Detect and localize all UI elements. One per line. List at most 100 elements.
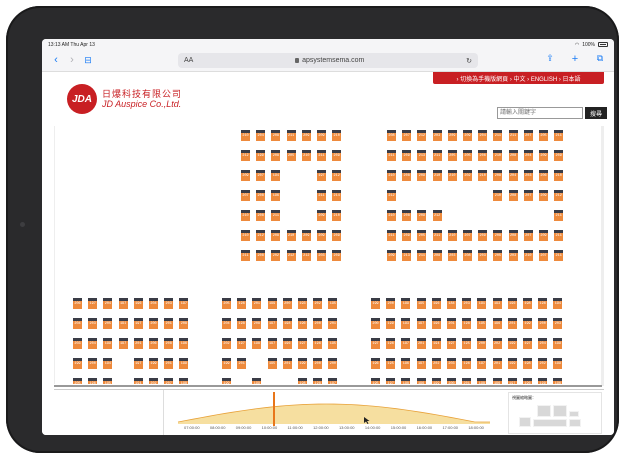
panel-cell[interactable]: 195 [416,298,426,309]
panel-cell[interactable]: 199 [222,358,231,369]
panel-cell[interactable]: 197 [267,338,277,349]
panel-cell[interactable]: 208 [432,250,442,261]
panel-cell[interactable]: 199 [149,358,158,369]
panel-cell[interactable]: 211 [271,210,281,221]
panel-cell[interactable]: 210 [387,170,396,181]
panel-cell[interactable]: 208 [271,150,281,161]
panel-cell[interactable]: 195 [328,298,338,309]
search-button[interactable]: 搜尋 [585,107,607,119]
panel-cell[interactable]: 197 [507,378,517,384]
panel-cell[interactable]: 207 [539,250,548,261]
panel-cell[interactable]: 211 [554,250,564,261]
panel-cell[interactable]: 210 [447,170,457,181]
panel-cell[interactable]: 196 [179,338,189,349]
panel-cell[interactable]: 203 [73,338,82,349]
panel-cell[interactable]: 203 [523,170,533,181]
panel-cell[interactable]: 204 [149,298,158,309]
panel-cell[interactable]: 199 [538,378,548,384]
panel-cell[interactable]: 201 [462,378,472,384]
panel-cell[interactable]: 211 [387,230,396,241]
new-tab-icon[interactable]: + [567,54,583,65]
panel-cell[interactable]: 207 [164,378,174,384]
panel-cell[interactable]: 199 [401,298,411,309]
panel-cell[interactable]: 200 [313,318,323,329]
panel-cell[interactable]: 195 [103,378,113,384]
panel-cell[interactable]: 212 [387,190,396,201]
panel-cell[interactable]: 199 [103,338,113,349]
reload-icon[interactable]: ↻ [466,57,472,65]
panel-cell[interactable]: 212 [256,230,266,241]
panel-cell[interactable]: 206 [478,150,488,161]
panel-cell[interactable]: 200 [88,358,98,369]
panel-cell[interactable]: 196 [133,298,143,309]
panel-cell[interactable]: 198 [477,378,487,384]
panel-cell[interactable]: 196 [416,378,426,384]
panel-cell[interactable]: 208 [508,150,518,161]
panel-cell[interactable]: 197 [133,318,143,329]
language-nav[interactable]: › 切換為手機版網頁 › 中文 › ENGLISH › 日本語 [433,72,604,84]
panel-cell[interactable]: 202 [431,358,441,369]
panel-cell[interactable]: 208 [463,250,472,261]
panel-cell[interactable]: 201 [282,358,292,369]
panel-cell[interactable]: 209 [402,150,412,161]
panel-cell[interactable]: 197 [118,338,128,349]
panel-cell[interactable]: 197 [88,298,98,309]
panel-cell[interactable]: 205 [463,150,472,161]
panel-cell[interactable]: 208 [493,230,503,241]
panel-cell[interactable]: 205 [286,150,296,161]
panel-cell[interactable]: 212 [554,190,564,201]
panel-cell[interactable]: 205 [447,150,457,161]
panel-cell[interactable]: 196 [386,338,396,349]
panel-cell[interactable]: 196 [371,358,380,369]
panel-cell[interactable]: 195 [371,378,380,384]
panel-cell[interactable]: 204 [256,130,266,141]
panel-cell[interactable]: 193 [401,318,411,329]
panel-cell[interactable]: 201 [328,318,338,329]
panel-cell[interactable]: 210 [241,230,250,241]
panel-cell[interactable]: 210 [432,170,442,181]
panel-cell[interactable]: 198 [298,378,307,384]
panel-cell[interactable]: 209 [417,170,427,181]
panel-cell[interactable]: 209 [387,250,396,261]
panel-cell[interactable]: 194 [103,358,113,369]
panel-cell[interactable]: 195 [328,338,338,349]
panel-cell[interactable]: 198 [282,318,292,329]
panel-cell[interactable]: 199 [523,318,532,329]
panel-cell[interactable]: 213 [402,250,412,261]
panel-cell[interactable]: 199 [507,338,517,349]
panel-cell[interactable]: 212 [286,250,296,261]
panel-cell[interactable]: 208 [271,130,281,141]
panel-cell[interactable]: 208 [179,318,189,329]
panel-cell[interactable]: 202 [149,378,158,384]
panel-cell[interactable]: 209 [554,150,564,161]
panel-cell[interactable]: 213 [417,150,427,161]
panel-cell[interactable]: 210 [493,150,503,161]
panel-cell[interactable]: 194 [431,338,441,349]
panel-cell[interactable]: 197 [401,338,411,349]
panel-cell[interactable]: 196 [492,318,502,329]
panel-cell[interactable]: 198 [523,298,532,309]
panel-cell[interactable]: 198 [179,378,189,384]
panel-cell[interactable]: 197 [416,318,426,329]
panel-cell[interactable]: 208 [402,170,412,181]
panel-cell[interactable]: 196 [492,378,502,384]
panel-cell[interactable]: 204 [73,318,82,329]
panel-cell[interactable]: 205 [539,130,548,141]
panel-cell[interactable]: 210 [286,230,296,241]
panel-cell[interactable]: 196 [401,358,411,369]
panel-cell[interactable]: 203 [317,250,326,261]
panel-cell[interactable]: 214 [332,190,342,201]
panel-cell[interactable]: 209 [317,230,326,241]
panel-cell[interactable]: 208 [252,318,262,329]
panel-cell[interactable]: 196 [431,318,441,329]
panel-cell[interactable]: 211 [554,210,564,221]
panel-cell[interactable]: 210 [241,130,250,141]
panel-cell[interactable]: 201 [507,318,517,329]
panel-cell[interactable]: 207 [523,230,533,241]
panel-cell[interactable]: 194 [133,378,143,384]
panel-cell[interactable]: 195 [477,318,487,329]
panel-cell[interactable]: 200 [447,378,456,384]
panel-cell[interactable]: 211 [317,190,326,201]
panel-cell[interactable]: 199 [267,298,277,309]
panel-cell[interactable]: 211 [554,230,564,241]
